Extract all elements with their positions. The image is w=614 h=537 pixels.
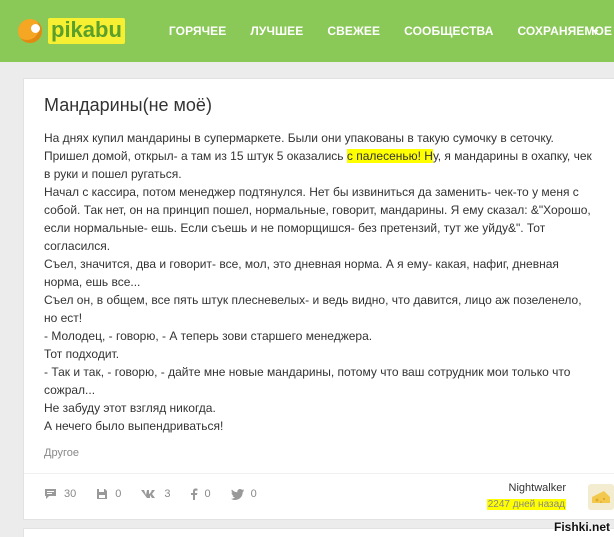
save-icon (97, 489, 108, 499)
watermark: Fishki.net (553, 520, 610, 534)
comment-icon (45, 489, 56, 499)
post-paragraph: - Молодец, - говорю, - А теперь зови ста… (44, 329, 373, 343)
author-name[interactable]: Nightwalker (487, 482, 566, 494)
comments-count: 30 (64, 488, 77, 500)
vk-icon (141, 490, 156, 498)
twitter-icon (230, 488, 244, 500)
post-paragraph: Съел он, в общем, все пять штук плесневе… (44, 293, 582, 325)
post-paragraph: Начал с кассира, потом менеджер подтянул… (44, 185, 591, 253)
facebook-icon (190, 488, 197, 500)
post-paragraph: На днях купил мандарины в супермаркете. … (44, 129, 592, 183)
highlighted-text: с палесенью! Н (346, 149, 433, 163)
post-card: Мандарины(не моё) На днях купил мандарин… (23, 78, 614, 520)
saves-count: 0 (115, 488, 122, 500)
vk-count: 3 (164, 488, 171, 500)
nav-hot[interactable]: ГОРЯЧЕЕ (169, 24, 226, 38)
twitter-share[interactable]: 0 (230, 488, 257, 500)
post-body: На днях купил мандарины в супермаркете. … (44, 129, 592, 435)
post-footer: 30 0 3 0 0 Nightwalker 2247 дней назад (24, 473, 614, 521)
comments-stat[interactable]: 30 (44, 488, 76, 500)
nav-dropdown-arrow-icon[interactable]: ▼ (591, 27, 600, 37)
nav-best[interactable]: ЛУЧШЕЕ (250, 24, 303, 38)
cheese-avatar-icon (592, 491, 610, 503)
pikabu-logo-icon (18, 19, 42, 43)
pikabu-logo[interactable]: pikabu (18, 18, 125, 44)
logo-text: pikabu (48, 18, 125, 44)
post-paragraph: А нечего было выпендриваться! (44, 419, 224, 433)
save-stat[interactable]: 0 (96, 488, 121, 500)
post-paragraph: Съел, значится, два и говорит- все, мол,… (44, 257, 559, 289)
avatar[interactable] (588, 484, 614, 510)
vk-share[interactable]: 3 (141, 488, 171, 500)
post-time: 2247 дней назад (486, 499, 566, 510)
next-post-card (23, 528, 614, 537)
top-navigation-bar: pikabu ГОРЯЧЕЕ ЛУЧШЕЕ СВЕЖЕЕ СООБЩЕСТВА … (0, 0, 614, 62)
twitter-count: 0 (250, 488, 257, 500)
post-tag[interactable]: Другое (44, 447, 79, 459)
nav-fresh[interactable]: СВЕЖЕЕ (327, 24, 380, 38)
post-paragraph: - Так и так, - говорю, - дайте мне новые… (44, 365, 571, 397)
facebook-count: 0 (204, 488, 211, 500)
post-paragraph: Тот подходит. (44, 347, 120, 361)
facebook-share[interactable]: 0 (190, 488, 211, 500)
post-title[interactable]: Мандарины(не моё) (44, 95, 212, 116)
post-paragraph: Не забуду этот взгляд никогда. (44, 401, 216, 415)
post-stats: 30 0 3 0 0 (44, 488, 277, 500)
post-author-block: Nightwalker 2247 дней назад (486, 482, 566, 512)
nav-communities[interactable]: СООБЩЕСТВА (404, 24, 493, 38)
main-nav: ГОРЯЧЕЕ ЛУЧШЕЕ СВЕЖЕЕ СООБЩЕСТВА СОХРАНЯ… (169, 24, 614, 38)
